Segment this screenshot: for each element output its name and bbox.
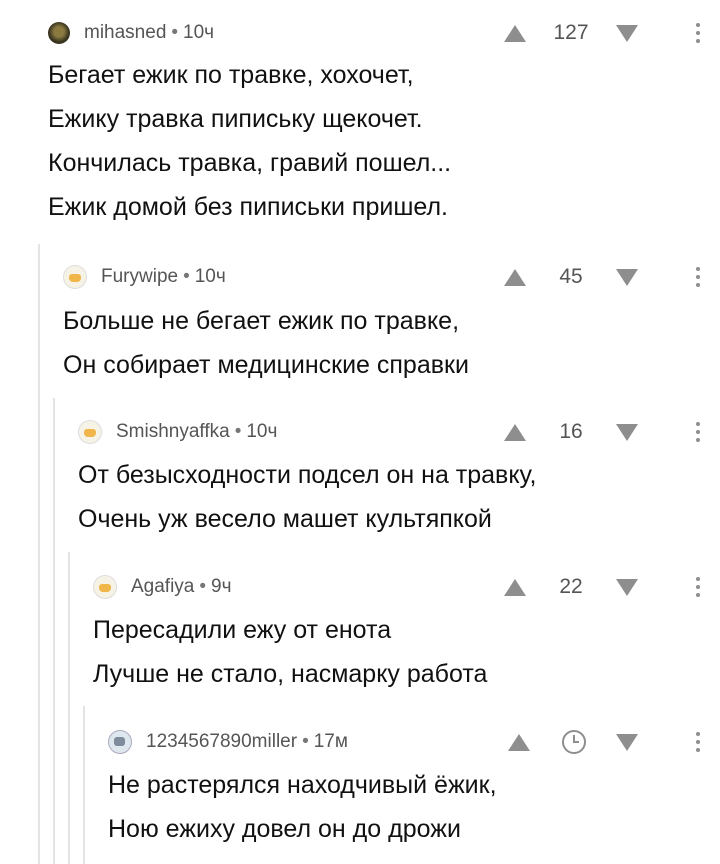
comment-time: 10ч [194, 266, 226, 287]
comment-actions: 22 [504, 572, 720, 602]
downvote-icon[interactable] [616, 24, 638, 42]
separator-dot: • [302, 731, 309, 752]
downvote-icon[interactable] [616, 578, 638, 596]
rating-count: 45 [559, 265, 583, 288]
comment-actions [508, 727, 720, 757]
comment-line: Очень уж весело машет культяпкой [78, 505, 492, 533]
avatar[interactable] [78, 420, 102, 444]
rating-count: 127 [553, 21, 589, 44]
more-options-icon[interactable] [696, 422, 700, 442]
comment-actions: 45 [504, 262, 720, 292]
clock-icon [562, 730, 586, 754]
author-name[interactable]: Furywipe [101, 266, 178, 288]
more-options-icon[interactable] [696, 732, 700, 752]
author-name[interactable]: mihasned [84, 22, 166, 44]
upvote-icon[interactable] [504, 578, 526, 596]
comment-text: Пересадили ежу от енота Лучше не стало, … [93, 608, 487, 696]
comment-text: Больше не бегает ежик по травке, Он соби… [63, 299, 469, 387]
rating-count: 16 [559, 420, 583, 443]
comment-header: mihasned • 10ч [48, 18, 214, 48]
comment-line: Не растерялся находчивый ёжик, [108, 771, 497, 799]
avatar[interactable] [48, 22, 70, 44]
author-name[interactable]: Smishnyaffka [116, 421, 230, 443]
comment-actions: 127 [504, 18, 720, 48]
upvote-icon[interactable] [504, 423, 526, 441]
comment-text: Не растерялся находчивый ёжик, Ною ежиху… [108, 763, 497, 851]
thread-line [68, 552, 70, 864]
comment-header: Agafiya • 9ч [93, 572, 232, 602]
separator-dot: • [171, 22, 179, 43]
upvote-icon[interactable] [504, 268, 526, 286]
upvote-icon[interactable] [504, 24, 526, 42]
author-name[interactable]: 1234567890miller [146, 731, 297, 753]
comment-line: Бегает ежик по травке, хохочет, [48, 61, 414, 89]
comment-line: Больше не бегает ежик по травке, [63, 307, 460, 335]
comment-line: Кончилась травка, гравий пошел... [48, 149, 452, 177]
comment-line: Лучше не стало, насмарку работа [93, 660, 488, 688]
rating-count: 22 [559, 575, 583, 598]
comment-text: От безысходности подсел он на травку, Оч… [78, 453, 537, 541]
separator-dot: • [183, 266, 190, 287]
comment-actions: 16 [504, 417, 720, 447]
downvote-icon[interactable] [616, 268, 638, 286]
more-options-icon[interactable] [696, 23, 700, 43]
thread-line [38, 244, 40, 864]
comment-line: Ежику травка пипиську щекочет. [48, 105, 423, 133]
comment-line: От безысходности подсел он на травку, [78, 461, 537, 489]
comment-time: 9ч [211, 576, 232, 597]
thread-line [53, 398, 55, 864]
comment-line: Пересадили ежу от енота [93, 616, 392, 644]
downvote-icon[interactable] [616, 423, 638, 441]
comment-time: 10ч [246, 421, 278, 442]
avatar[interactable] [93, 575, 117, 599]
avatar[interactable] [108, 730, 132, 754]
more-options-icon[interactable] [696, 267, 700, 287]
comment-line: Ежик домой без пиписьки пришел. [48, 193, 448, 221]
comment-text: Бегает ежик по травке, хохочет, Ежику тр… [48, 53, 451, 229]
comment-header: Smishnyaffka • 10ч [78, 417, 277, 447]
comment-header: 1234567890miller • 17м [108, 727, 348, 757]
comment-header: Furywipe • 10ч [63, 262, 226, 292]
upvote-icon[interactable] [508, 733, 530, 751]
more-options-icon[interactable] [696, 577, 700, 597]
comment-time: 10ч [183, 22, 215, 43]
thread-line [83, 706, 85, 864]
downvote-icon[interactable] [616, 733, 638, 751]
comment-line: Ною ежиху довел он до дрожи [108, 815, 461, 843]
separator-dot: • [199, 576, 207, 597]
separator-dot: • [234, 421, 242, 442]
avatar[interactable] [63, 265, 87, 289]
author-name[interactable]: Agafiya [131, 576, 194, 598]
comment-time: 17м [313, 731, 348, 752]
comment-line: Он собирает медицинские справки [63, 351, 469, 379]
